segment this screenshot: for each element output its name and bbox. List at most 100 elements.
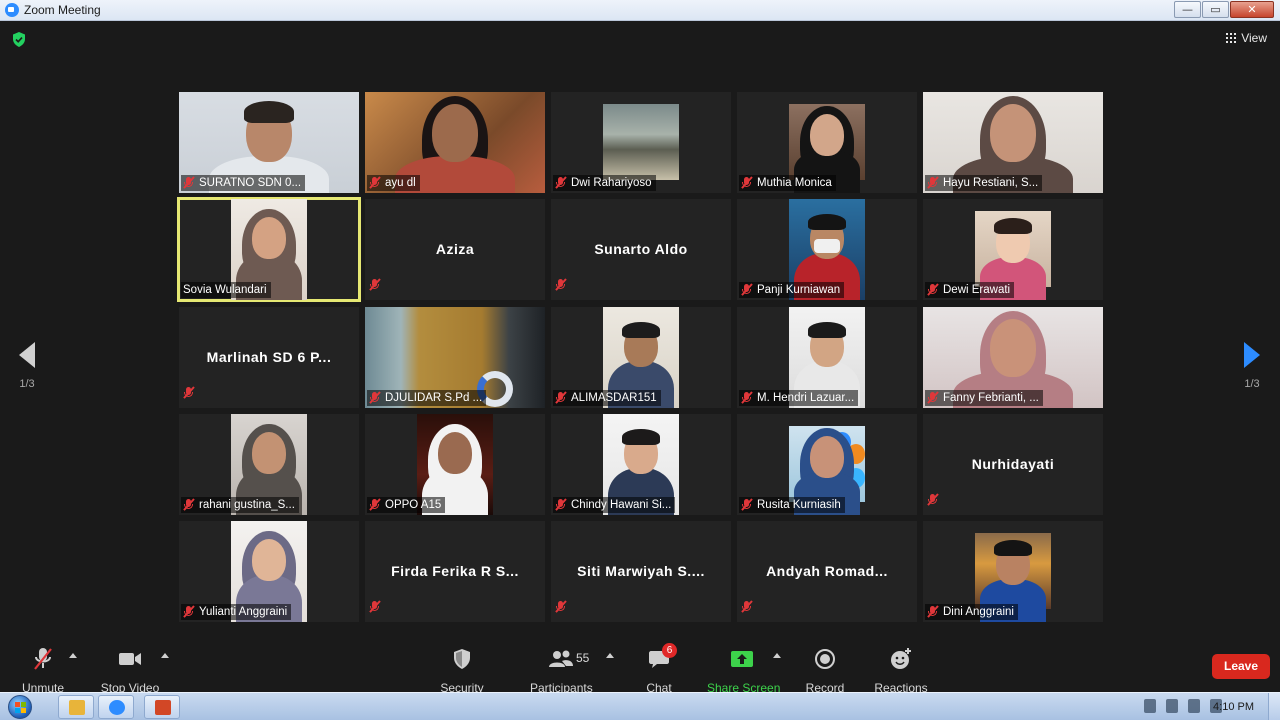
share-screen-button[interactable]: Share Screen	[707, 647, 780, 695]
windows-start-icon[interactable]	[8, 695, 32, 719]
muted-mic-icon	[369, 498, 381, 511]
muted-mic-icon	[183, 176, 195, 189]
system-tray	[1134, 699, 1222, 713]
record-button[interactable]: Record	[804, 647, 846, 695]
participant-tile[interactable]: rahani gustina_S...	[179, 413, 359, 515]
participant-tile[interactable]: Hayu Restiani, S...	[923, 92, 1103, 193]
participant-name: Firda Ferika R S...	[391, 563, 519, 580]
participant-tile[interactable]: ayu dl	[365, 92, 545, 193]
taskbar-powerpoint[interactable]	[144, 695, 180, 719]
previous-page-button[interactable]: 1/3	[12, 342, 42, 390]
participant-video	[789, 425, 865, 515]
close-window-button[interactable]: ✕	[1230, 1, 1274, 18]
record-icon	[814, 647, 836, 671]
participant-name: Muthia Monica	[757, 177, 832, 189]
muted-indicator	[927, 493, 943, 511]
muted-mic-icon	[555, 498, 567, 511]
security-button[interactable]: Security	[436, 647, 488, 695]
audio-options-caret[interactable]	[69, 653, 77, 658]
muted-mic-icon	[555, 390, 567, 404]
participant-name-tag: M. Hendri Lazuar...	[739, 389, 859, 406]
taskbar-clock[interactable]: 4:10 PM	[1213, 701, 1254, 713]
participant-tile[interactable]: ALIMASDAR151	[551, 306, 731, 408]
participant-name: M. Hendri Lazuar...	[757, 391, 855, 404]
participant-tile[interactable]: Dwi Rahariyoso	[551, 92, 731, 193]
next-page-button[interactable]: 1/3	[1237, 342, 1267, 390]
participant-name: Dwi Rahariyoso	[571, 177, 652, 189]
muted-mic-icon	[555, 176, 567, 189]
participant-name: Rusita Kurniasih	[757, 498, 841, 511]
participant-tile[interactable]: Sovia Wulandari	[177, 197, 361, 303]
participants-button[interactable]: 55 Participants	[530, 647, 593, 695]
participants-options-caret[interactable]	[606, 653, 614, 658]
participant-tile[interactable]: Fanny Febrianti, ...	[923, 306, 1103, 408]
participant-tile[interactable]: Nurhidayati	[923, 413, 1103, 515]
participant-name: OPPO A15	[385, 498, 442, 511]
tray-battery-icon[interactable]	[1166, 699, 1178, 713]
participant-tile[interactable]: OPPO A15	[365, 413, 545, 515]
muted-mic-icon	[183, 605, 195, 618]
tray-volume-icon[interactable]	[1188, 699, 1200, 713]
video-options-caret[interactable]	[161, 653, 169, 658]
participant-name: Aziza	[435, 241, 475, 258]
participant-tile[interactable]: SURATNO SDN 0...	[179, 92, 359, 193]
participant-tile[interactable]: Aziza	[365, 199, 545, 301]
participant-name: ayu dl	[385, 177, 416, 189]
participant-tile[interactable]: Firda Ferika R S...	[365, 521, 545, 623]
participant-name-tag: Fanny Febrianti, ...	[925, 389, 1043, 406]
participant-name-tag: Sovia Wulandari	[181, 282, 271, 299]
participant-tile[interactable]: DJULIDAR S.Pd ...	[365, 306, 545, 408]
restore-icon: ▭	[1210, 3, 1221, 16]
participant-tile[interactable]: Panji Kurniawan	[737, 199, 917, 301]
view-button[interactable]: View	[1226, 31, 1267, 45]
participant-tile[interactable]: Sunarto Aldo	[551, 199, 731, 301]
participant-name-tag: SURATNO SDN 0...	[181, 175, 306, 191]
participant-name-tag: Panji Kurniawan	[739, 282, 845, 299]
muted-mic-icon	[741, 283, 753, 296]
unmute-button[interactable]: Unmute	[18, 647, 68, 695]
muted-indicator	[555, 600, 571, 618]
muted-mic-icon	[927, 390, 939, 404]
muted-mic-icon	[369, 176, 381, 189]
taskbar-zoom[interactable]	[98, 695, 134, 719]
folder-icon	[69, 700, 85, 715]
participant-tile[interactable]: Rusita Kurniasih	[737, 413, 917, 515]
muted-mic-icon	[741, 600, 753, 613]
participant-name: Hayu Restiani, S...	[943, 177, 1039, 189]
participant-name-tag: DJULIDAR S.Pd ...	[367, 389, 487, 406]
show-desktop-button[interactable]	[1268, 693, 1280, 720]
reactions-button[interactable]: Reactions	[874, 647, 928, 695]
view-label: View	[1241, 31, 1267, 45]
participant-tile[interactable]: Dewi Erawati	[923, 199, 1103, 301]
muted-indicator	[369, 600, 385, 618]
participant-name-tag: Dini Anggraini	[925, 604, 1018, 621]
zoom-taskbar-icon	[109, 700, 125, 715]
muted-indicator	[555, 278, 571, 296]
participant-tile[interactable]: Marlinah SD 6 P...	[179, 306, 359, 408]
share-options-caret[interactable]	[773, 653, 781, 658]
participant-tile[interactable]: Muthia Monica	[737, 92, 917, 193]
participant-tile[interactable]: Dini Anggraini	[923, 521, 1103, 623]
participant-name: DJULIDAR S.Pd ...	[385, 391, 483, 404]
participant-name: Sovia Wulandari	[183, 284, 267, 297]
participant-tile[interactable]: Chindy Hawani Si...	[551, 413, 731, 515]
taskbar-explorer[interactable]	[58, 695, 94, 719]
window-title: Zoom Meeting	[24, 3, 101, 17]
participant-tile[interactable]: Andyah Romad...	[737, 521, 917, 623]
close-icon: ✕	[1247, 3, 1257, 16]
participant-name-tag: OPPO A15	[367, 496, 446, 513]
participant-tile[interactable]: Yulianti Anggraini	[179, 521, 359, 623]
participant-tile[interactable]: M. Hendri Lazuar...	[737, 306, 917, 408]
participant-name-tag: Rusita Kurniasih	[739, 496, 845, 513]
tray-network-flag-icon[interactable]	[1144, 699, 1156, 713]
leave-button[interactable]: Leave	[1212, 654, 1270, 679]
participant-video	[975, 533, 1051, 623]
participant-tile[interactable]: Siti Marwiyah S....	[551, 521, 731, 623]
restore-button[interactable]: ▭	[1202, 1, 1229, 18]
minimize-icon: —	[1182, 3, 1193, 16]
encryption-shield-icon[interactable]	[12, 32, 26, 47]
chat-button[interactable]: 6 Chat	[643, 643, 677, 695]
minimize-button[interactable]: —	[1174, 1, 1201, 18]
stop-video-button[interactable]: Stop Video	[100, 647, 160, 695]
participant-name: Yulianti Anggraini	[199, 606, 288, 619]
